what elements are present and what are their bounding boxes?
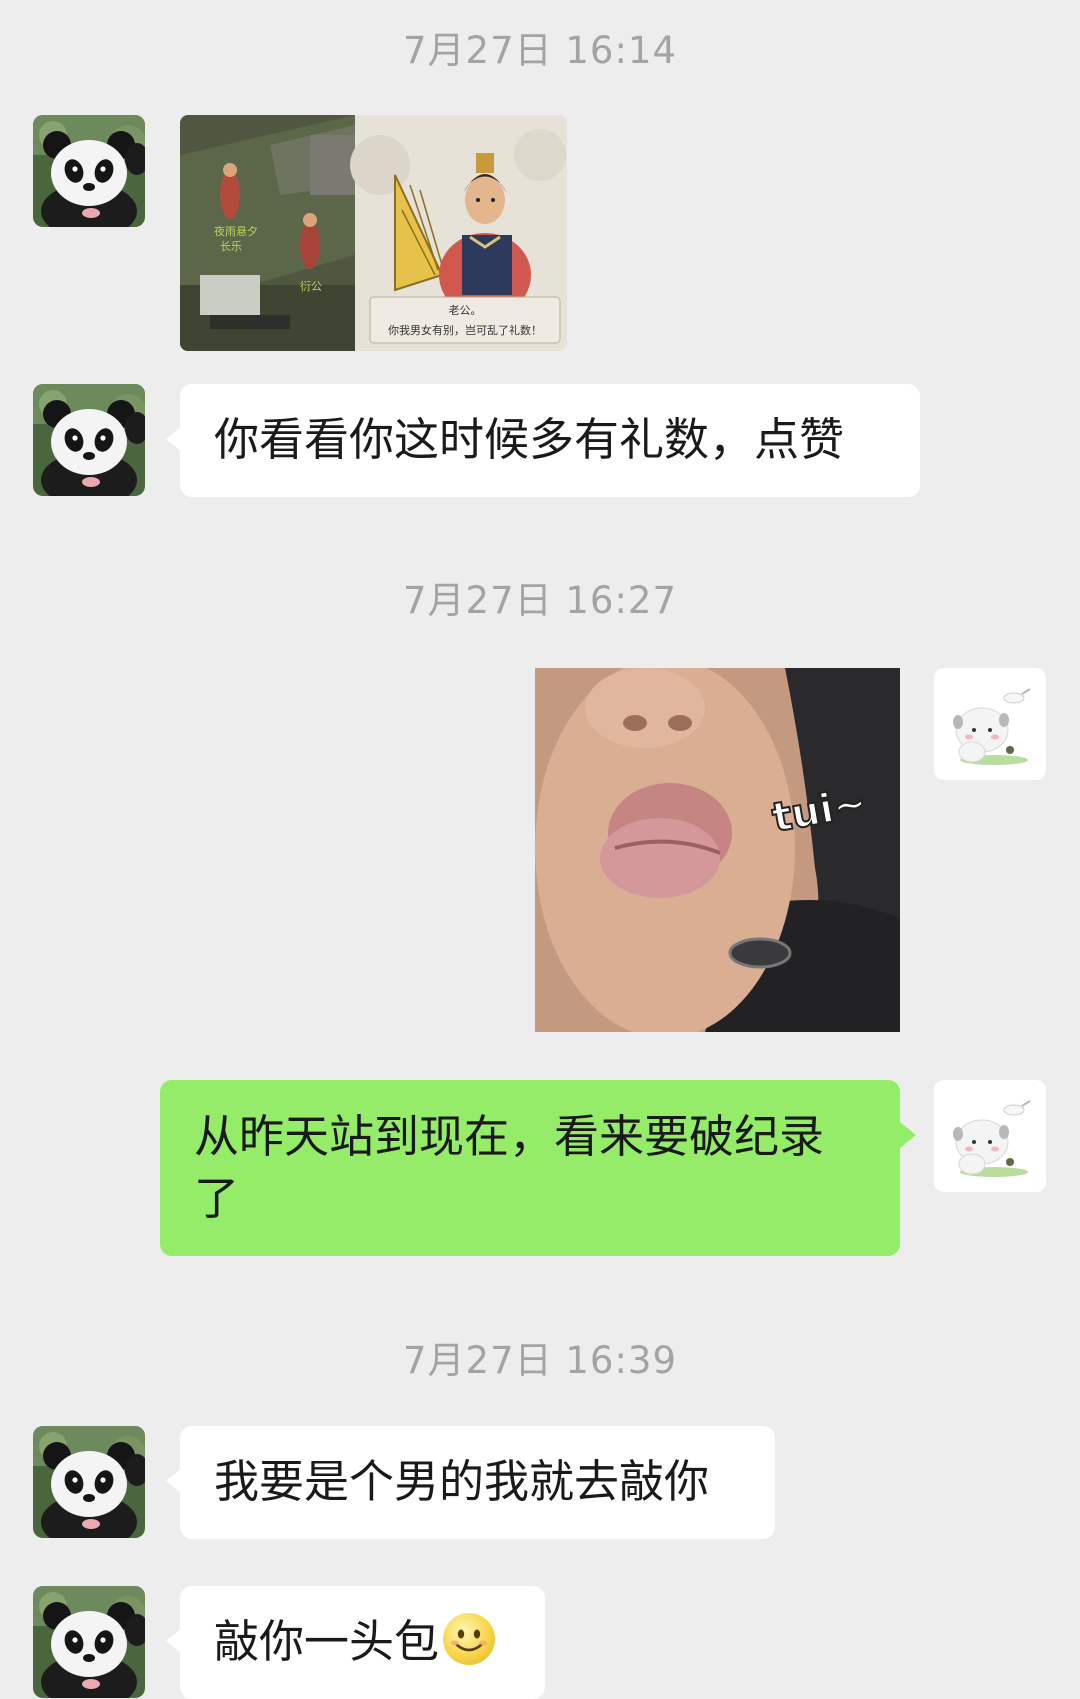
message-bubble[interactable]: 你看看你这时候多有礼数，点赞 [180,384,920,497]
timestamp: 7月27日 16:14 [402,29,677,72]
game-scene-graphic: 夜雨悬夕 长乐 衍公 老公。 你我男女有别，岂可乱了礼数！ [180,115,567,351]
my-avatar[interactable] [934,1080,1046,1192]
face-sticker-graphic: tui~ [535,668,900,1032]
game-screenshot-image[interactable]: 夜雨悬夕 长乐 衍公 老公。 你我男女有别，岂可乱了礼数！ [180,115,567,351]
game-caption-name: 老公。 [449,304,482,317]
message-bubble[interactable]: 敲你一头包 [180,1586,545,1699]
timestamp: 7月27日 16:27 [402,579,677,622]
message-text: 敲你一头包 [214,1615,440,1668]
npc-label: 长乐 [220,240,242,253]
npc-label: 衍公 [300,279,322,293]
message-bubble[interactable]: 我要是个男的我就去敲你 [180,1426,775,1539]
timestamp: 7月27日 16:39 [402,1339,677,1382]
contact-avatar[interactable] [33,1426,145,1538]
bubble-tail [900,1122,916,1148]
game-caption-line: 你我男女有别，岂可乱了礼数！ [388,323,542,337]
message-bubble[interactable]: 从昨天站到现在，看来要破纪录了 [160,1080,900,1256]
my-avatar[interactable] [934,668,1046,780]
contact-avatar[interactable] [33,115,145,227]
smiling-face-emoji-icon [443,1613,496,1665]
contact-avatar[interactable] [33,384,145,496]
npc-label: 夜雨悬夕 [214,224,258,238]
sticker-image[interactable]: tui~ [535,668,900,1032]
contact-avatar[interactable] [33,1586,145,1698]
